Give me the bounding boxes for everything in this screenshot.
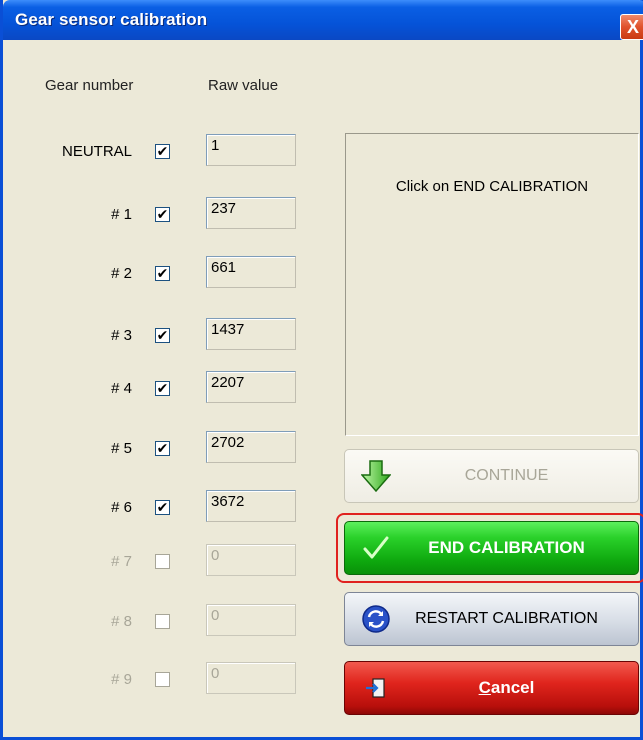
gear-label: # 6	[111, 499, 132, 516]
message-panel: Click on END CALIBRATION	[345, 133, 639, 436]
gear-label: # 7	[111, 553, 132, 570]
raw-value-field: 0	[206, 604, 296, 636]
raw-value-field: 0	[206, 544, 296, 576]
calibration-window: Gear sensor calibration X Gear number Ra…	[0, 0, 643, 740]
raw-value-field: 0	[206, 662, 296, 694]
checkmark-icon	[359, 531, 393, 565]
gear-enable-checkbox[interactable]: ✔	[155, 500, 170, 515]
gear-enable-checkbox[interactable]	[155, 672, 170, 687]
window-title: Gear sensor calibration	[15, 10, 208, 29]
gear-enable-checkbox[interactable]: ✔	[155, 441, 170, 456]
raw-value-field: 3672	[206, 490, 296, 522]
raw-value-field: 2207	[206, 371, 296, 403]
cancel-button[interactable]: Cancel	[344, 661, 639, 715]
raw-value-field: 2702	[206, 431, 296, 463]
gear-label: NEUTRAL	[61, 143, 132, 160]
gear-enable-checkbox[interactable]: ✔	[155, 328, 170, 343]
checkmark-icon: ✔	[156, 379, 169, 396]
checkmark-icon: ✔	[156, 264, 169, 281]
gear-enable-checkbox[interactable]: ✔	[155, 144, 170, 159]
checkmark-icon: ✔	[156, 326, 169, 343]
gear-label: # 8	[111, 613, 132, 630]
gear-label: # 1	[111, 206, 132, 223]
continue-button[interactable]: CONTINUE	[344, 449, 639, 503]
raw-value-field: 1	[206, 134, 296, 166]
gear-label: # 2	[111, 265, 132, 282]
gear-number-header: Gear number	[45, 77, 134, 94]
end-calibration-button[interactable]: END CALIBRATION	[344, 521, 639, 575]
raw-value-field: 1437	[206, 318, 296, 350]
gear-label: # 4	[111, 380, 132, 397]
gear-label: # 9	[111, 671, 132, 688]
restart-calibration-button[interactable]: RESTART CALIBRATION	[344, 592, 639, 646]
title-bar[interactable]: Gear sensor calibration X	[3, 0, 643, 40]
refresh-icon	[359, 602, 393, 636]
gear-enable-checkbox[interactable]: ✔	[155, 207, 170, 222]
checkmark-icon: ✔	[156, 142, 169, 159]
raw-value-header: Raw value	[208, 77, 279, 94]
gear-enable-checkbox[interactable]	[155, 614, 170, 629]
checkmark-icon: ✔	[156, 439, 169, 456]
raw-value-field: 237	[206, 197, 296, 229]
instruction-message: Click on END CALIBRATION	[395, 178, 589, 195]
gear-enable-checkbox[interactable]: ✔	[155, 266, 170, 281]
gear-enable-checkbox[interactable]	[155, 554, 170, 569]
down-arrow-icon	[359, 459, 393, 493]
exit-door-icon	[359, 671, 393, 705]
raw-value-field: 661	[206, 256, 296, 288]
checkmark-icon: ✔	[156, 498, 169, 515]
close-icon: X	[626, 16, 639, 37]
checkmark-icon: ✔	[156, 205, 169, 222]
gear-label: # 3	[111, 327, 132, 344]
close-button[interactable]: X	[620, 14, 643, 40]
gear-label: # 5	[111, 440, 132, 457]
gear-enable-checkbox[interactable]: ✔	[155, 381, 170, 396]
